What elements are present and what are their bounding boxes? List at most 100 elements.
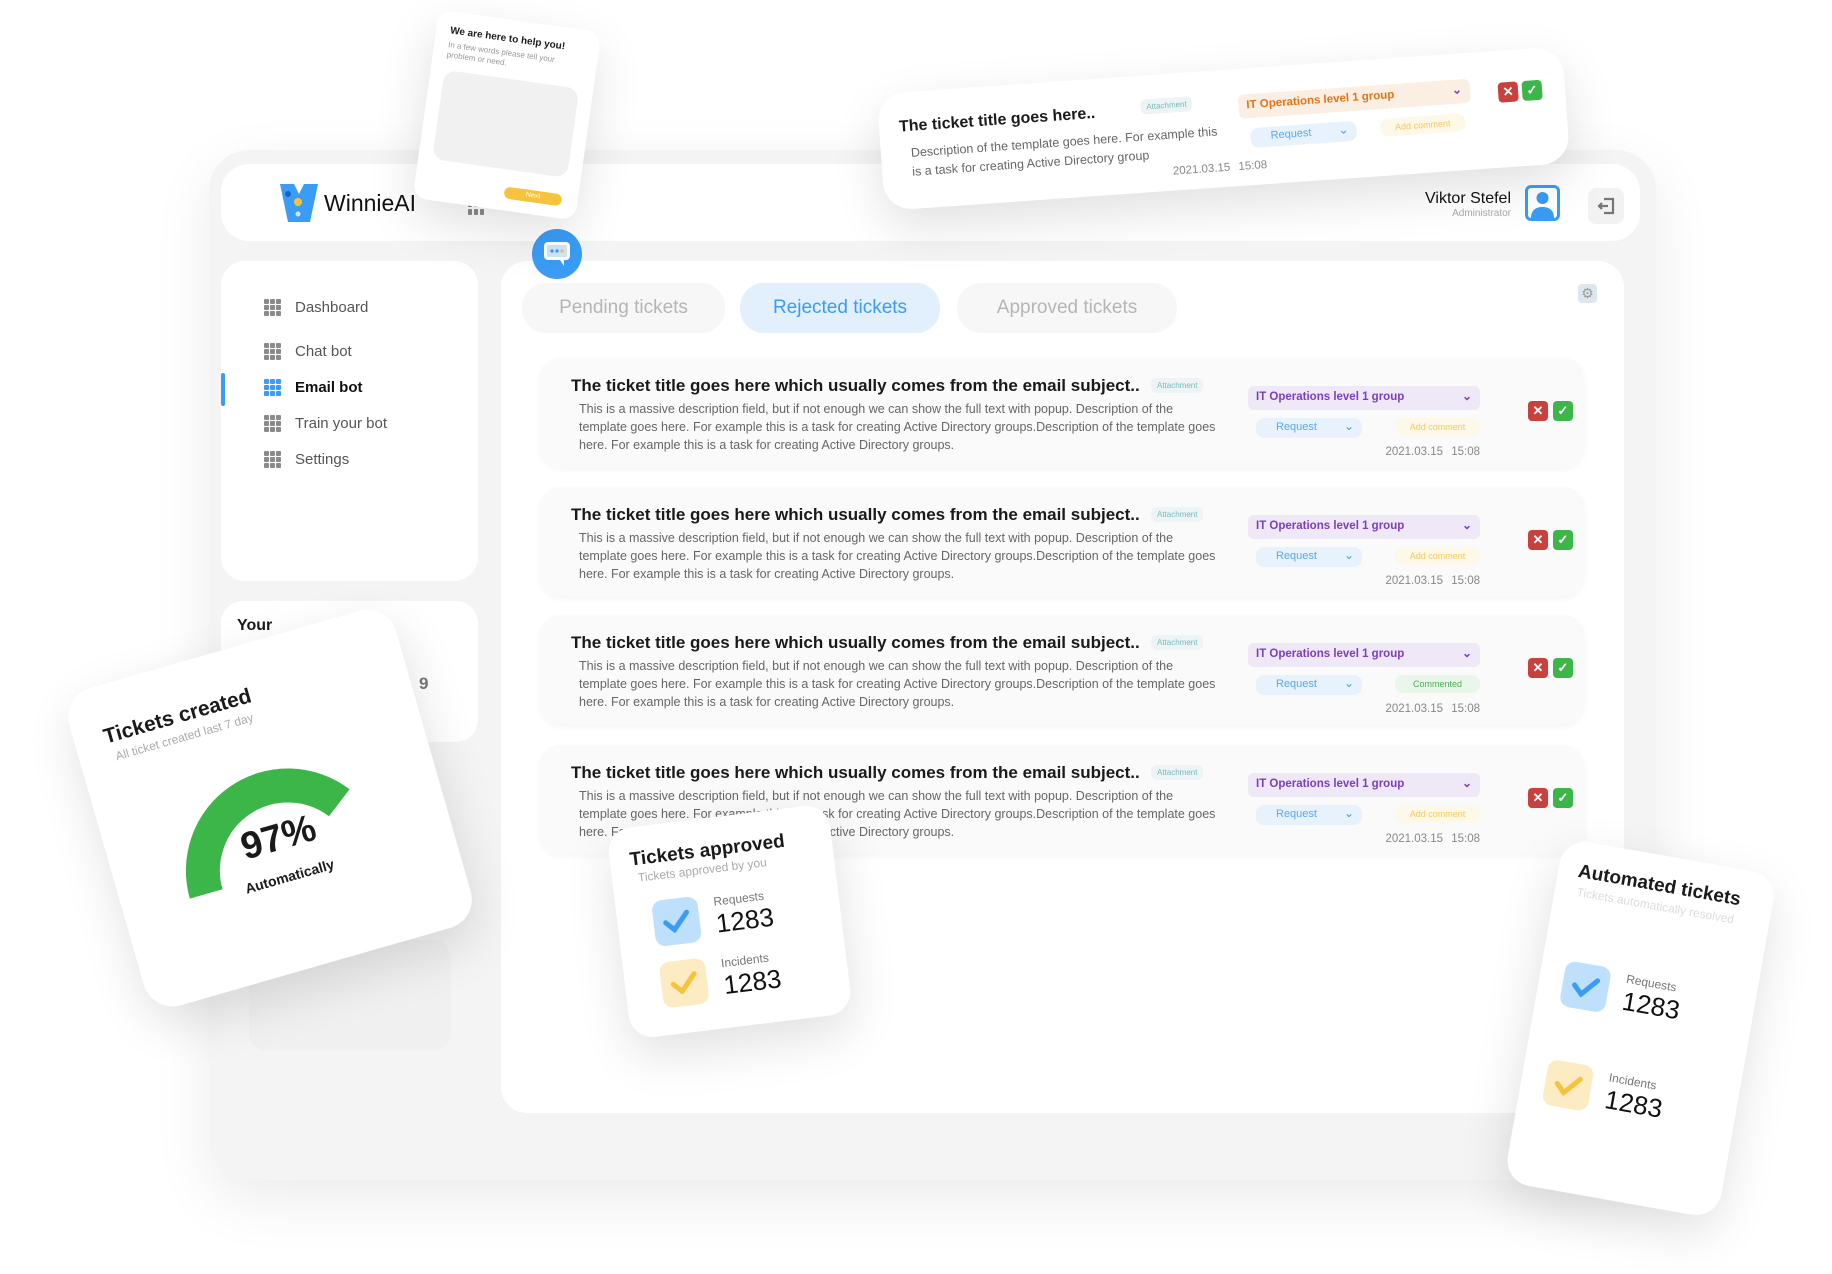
type-dropdown[interactable]: Request ⌄: [1256, 418, 1362, 438]
approve-button[interactable]: ✓: [1521, 79, 1543, 102]
reject-button[interactable]: ✕: [1528, 530, 1548, 550]
sidebar-item-settings[interactable]: Settings: [264, 451, 349, 468]
group-dropdown[interactable]: IT Operations level 1 group ⌄: [1248, 386, 1480, 410]
sidebar-item-label: Settings: [295, 451, 350, 468]
type-value: Request: [1276, 421, 1317, 433]
check-icon: [1558, 960, 1613, 1014]
attachment-badge[interactable]: Attachment: [1151, 507, 1204, 522]
ticket-row[interactable]: The ticket title goes here which usually…: [539, 615, 1585, 725]
grid-icon: [264, 379, 281, 396]
chevron-down-icon: ⌄: [1337, 122, 1349, 137]
group-dropdown[interactable]: IT Operations level 1 group ⌄: [1237, 78, 1471, 119]
tab-approved-tickets[interactable]: Approved tickets: [957, 283, 1177, 333]
type-value: Request: [1276, 678, 1317, 690]
card-title: Your: [237, 617, 273, 634]
grid-icon: [264, 343, 281, 360]
chevron-down-icon: ⌄: [1343, 419, 1354, 433]
ticket-description: This is a massive description field, but…: [579, 659, 1216, 709]
comment-button[interactable]: Commented: [1395, 675, 1480, 693]
ticket-title: The ticket title goes here which usually…: [571, 633, 1140, 652]
ticket-date: 2021.03.15: [1385, 446, 1444, 458]
ticket-time: 15:08: [1451, 446, 1480, 458]
user-info: Viktor Stefel Administrator: [1425, 190, 1511, 219]
help-message-input[interactable]: [432, 69, 580, 178]
grid-icon: [264, 451, 281, 468]
comment-button[interactable]: Add comment: [1395, 418, 1480, 436]
brand-name: WinnieAI: [324, 190, 417, 216]
sidebar-item-label: Chat bot: [295, 343, 352, 360]
group-dropdown[interactable]: IT Operations level 1 group ⌄: [1248, 515, 1480, 539]
ticket-row[interactable]: The ticket title goes here which usually…: [539, 358, 1585, 468]
attachment-badge[interactable]: Attachment: [1151, 765, 1204, 780]
comment-button[interactable]: Add comment: [1395, 805, 1480, 823]
sidebar-item-chat-bot[interactable]: Chat bot: [264, 343, 352, 360]
ticket-date: 2021.03.15: [1385, 833, 1444, 845]
tab-pending-tickets[interactable]: Pending tickets: [522, 283, 725, 333]
incidents-stat: Incidents 1283: [1541, 1058, 1667, 1125]
grid-icon: [264, 415, 281, 432]
group-value: IT Operations level 1 group: [1256, 391, 1405, 403]
sidebar-item-label: Dashboard: [295, 299, 369, 316]
attachment-badge[interactable]: Attachment: [1151, 635, 1204, 650]
approve-button[interactable]: ✓: [1553, 788, 1573, 808]
ticket-time: 15:08: [1451, 703, 1480, 715]
ticket-datetime: 2021.03.15 15:08: [1379, 703, 1480, 715]
sidebar-item-email-bot[interactable]: Email bot: [264, 379, 363, 396]
group-dropdown[interactable]: IT Operations level 1 group ⌄: [1248, 773, 1480, 797]
reject-button[interactable]: ✕: [1528, 658, 1548, 678]
add-comment-button[interactable]: Add comment: [1379, 113, 1466, 138]
chat-bubble-button[interactable]: [532, 229, 582, 279]
type-dropdown[interactable]: Request ⌄: [1256, 675, 1362, 695]
stat-value: 1283: [721, 962, 783, 1000]
attachment-badge[interactable]: Attachment: [1139, 96, 1194, 115]
reject-button[interactable]: ✕: [1497, 81, 1519, 103]
sidebar-item-dashboard[interactable]: Dashboard: [264, 299, 368, 316]
chevron-down-icon: ⌄: [1343, 806, 1354, 820]
approve-button[interactable]: ✓: [1553, 530, 1573, 550]
logout-button[interactable]: [1588, 188, 1624, 224]
next-button[interactable]: Next: [503, 186, 563, 207]
user-role: Administrator: [1452, 208, 1511, 219]
sidebar-item-train-your-bot[interactable]: Train your bot: [264, 415, 387, 432]
ticket-datetime: 2021.03.15 15:08: [1379, 446, 1480, 458]
reject-button[interactable]: ✕: [1528, 401, 1548, 421]
requests-stat: Requests 1283: [1558, 960, 1685, 1026]
logout-icon: [1597, 197, 1615, 215]
type-value: Request: [1276, 550, 1317, 562]
approve-button[interactable]: ✓: [1553, 658, 1573, 678]
ticket-time: 15:08: [1451, 833, 1480, 845]
help-popup: We are here to help you! In a few words …: [412, 9, 602, 221]
approve-button[interactable]: ✓: [1553, 401, 1573, 421]
type-dropdown[interactable]: Request ⌄: [1256, 547, 1362, 567]
chevron-down-icon: ⌄: [1451, 82, 1463, 97]
group-value: IT Operations level 1 group: [1256, 648, 1405, 660]
ticket-time: 15:08: [1238, 159, 1268, 174]
ticket-date: 2021.03.15: [1385, 703, 1444, 715]
type-value: Request: [1270, 126, 1312, 142]
ticket-date: 2021.03.15: [1172, 161, 1231, 178]
ticket-row[interactable]: The ticket title goes here which usually…: [539, 487, 1585, 597]
ticket-description: This is a massive description field, but…: [579, 402, 1216, 452]
check-icon: [1541, 1058, 1595, 1112]
group-dropdown[interactable]: IT Operations level 1 group ⌄: [1248, 643, 1480, 667]
type-dropdown[interactable]: Request ⌄: [1250, 120, 1358, 149]
active-indicator: [221, 373, 225, 406]
user-avatar-icon[interactable]: [1525, 185, 1560, 221]
reject-button[interactable]: ✕: [1528, 788, 1548, 808]
sidebar-item-label: Email bot: [295, 379, 363, 396]
ticket-time: 15:08: [1451, 575, 1480, 587]
gear-icon[interactable]: ⚙: [1578, 284, 1597, 303]
check-icon: [658, 957, 710, 1009]
chevron-down-icon: ⌄: [1461, 646, 1472, 660]
tab-rejected-tickets[interactable]: Rejected tickets: [740, 283, 940, 333]
type-dropdown[interactable]: Request ⌄: [1256, 805, 1362, 825]
comment-button[interactable]: Add comment: [1395, 547, 1480, 565]
chevron-down-icon: ⌄: [1461, 389, 1472, 403]
check-icon: [650, 895, 703, 948]
sidebar-item-label: Train your bot: [295, 415, 387, 432]
ticket-title: The ticket title goes here..: [898, 104, 1096, 136]
type-value: Request: [1276, 808, 1317, 820]
group-value: IT Operations level 1 group: [1256, 520, 1405, 532]
chevron-down-icon: ⌄: [1461, 518, 1472, 532]
attachment-badge[interactable]: Attachment: [1151, 378, 1204, 393]
